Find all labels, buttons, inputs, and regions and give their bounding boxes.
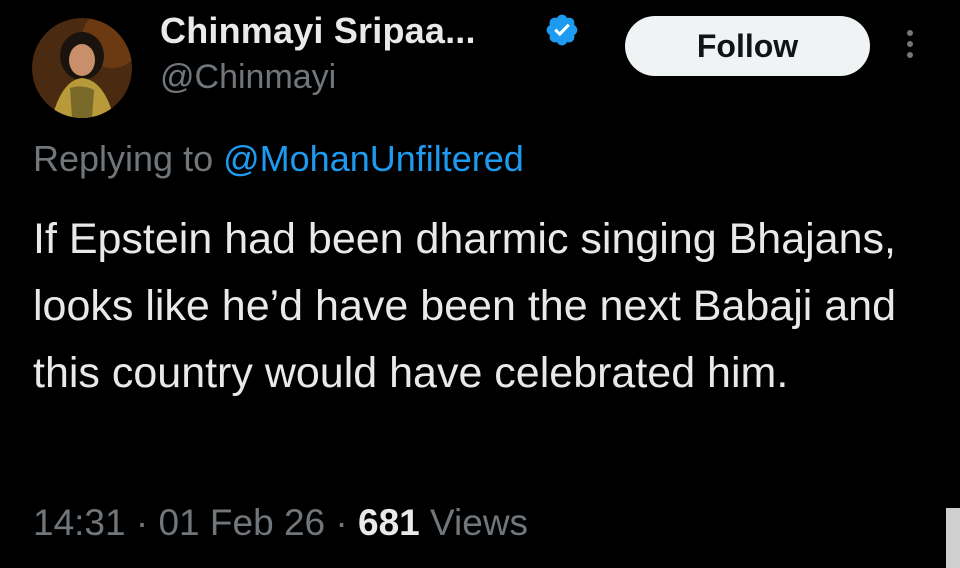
avatar[interactable] [32, 18, 132, 118]
follow-button[interactable]: Follow [625, 16, 870, 76]
views-count: 681 [358, 502, 420, 543]
more-dot [907, 52, 913, 58]
meta-separator: · [335, 502, 348, 543]
reply-mention-link[interactable]: @MohanUnfiltered [223, 138, 524, 179]
replying-to-label: Replying to [33, 138, 214, 179]
avatar-image [32, 18, 132, 118]
author-handle[interactable]: @Chinmayi [160, 58, 336, 97]
views-label: Views [430, 502, 529, 543]
tweet-text: If Epstein had been dharmic singing Bhaj… [33, 215, 897, 397]
tweet-date[interactable]: 01 Feb 26 [158, 502, 325, 543]
more-dot [907, 41, 913, 47]
author-display-name[interactable]: Chinmayi Sripaa... [160, 10, 476, 52]
more-options-icon[interactable] [898, 30, 922, 66]
meta-separator: · [135, 502, 149, 543]
tweet-time[interactable]: 14:31 [33, 502, 126, 543]
replying-to: Replying to @MohanUnfiltered [33, 138, 524, 180]
more-dot [907, 30, 913, 36]
tweet-meta: 14:31 · 01 Feb 26 · 681 Views [33, 502, 528, 544]
verified-badge-icon [546, 14, 578, 46]
scrollbar[interactable] [946, 508, 960, 568]
